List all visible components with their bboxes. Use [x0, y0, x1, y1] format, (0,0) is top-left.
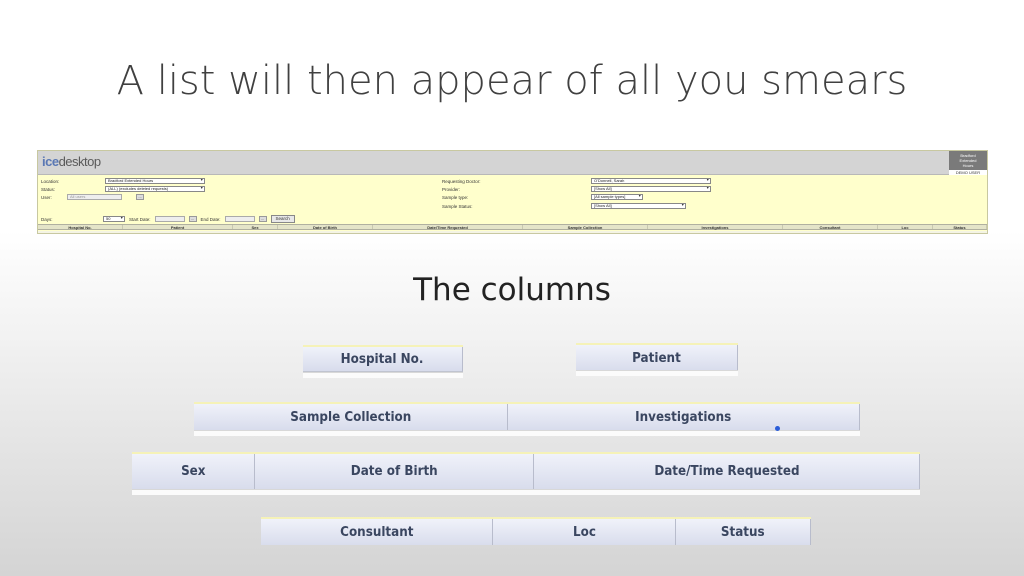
status-select[interactable]: (ALL) (excludes deleted requests)	[105, 186, 205, 192]
end-date-input[interactable]	[224, 216, 255, 222]
sample-status-select[interactable]: [Show All]	[591, 203, 686, 209]
provider-label: Provider:	[442, 186, 461, 192]
column-header-consultant[interactable]: Consultant	[261, 519, 493, 545]
requesting-doctor-select[interactable]: O'Donnell, Sarah	[591, 178, 711, 184]
column-header-investigations[interactable]: Investigations	[508, 404, 860, 431]
sample-status-row: Sample Status: [Show All]	[442, 203, 686, 209]
ice-desktop-screenshot: icedesktop Bradford Extended Hours DEMO …	[37, 150, 988, 234]
user-location-box[interactable]: Bradford Extended Hours DEMO USER	[949, 151, 987, 175]
location-label: Location:	[41, 178, 60, 184]
requesting-doctor-label: Requesting Doctor:	[442, 178, 481, 184]
ice-header: icedesktop Bradford Extended Hours DEMO …	[38, 151, 987, 175]
table-header-cell[interactable]: Date/Time Requested	[373, 225, 523, 230]
column-header-sex[interactable]: Sex	[132, 454, 255, 490]
consultant-loc-status-zoom: Consultant Loc Status	[261, 517, 811, 545]
table-header-cell[interactable]: Date of Birth	[278, 225, 373, 230]
start-date-label: Start Date:	[129, 216, 151, 222]
location-filter-row: Location: Bradford Extended Hours	[41, 178, 205, 184]
table-header-cell[interactable]: Patient	[123, 225, 233, 230]
sex-dob-requested-zoom: Sex Date of Birth Date/Time Requested	[132, 452, 920, 495]
table-header-cell[interactable]: Status	[933, 225, 987, 230]
user-id-field: DEMO USER	[949, 170, 987, 175]
days-filter-row: Days: 50 Start Date: ... End Date: ... S…	[41, 215, 295, 223]
results-table-header: Hospital No. Patient Sex Date of Birth D…	[38, 224, 987, 230]
slide-subtitle: The columns	[413, 272, 611, 308]
user-lookup-button[interactable]: ...	[136, 194, 144, 200]
column-header-loc[interactable]: Loc	[493, 519, 676, 545]
table-header-cell[interactable]: Investigations	[648, 225, 783, 230]
user-filter-row: User: All users ...	[41, 194, 144, 200]
table-header-cell[interactable]: Sample Collection	[523, 225, 648, 230]
start-date-input[interactable]	[154, 216, 185, 222]
sample-status-label: Sample Status:	[442, 203, 473, 209]
hospital-no-column-zoom: Hospital No.	[303, 345, 463, 378]
patient-column-zoom: Patient	[576, 343, 738, 376]
table-header-cell[interactable]: Loc	[878, 225, 933, 230]
start-date-picker-button[interactable]: ...	[188, 216, 197, 222]
days-select[interactable]: 50	[103, 216, 125, 222]
column-header-status[interactable]: Status	[676, 519, 811, 545]
slide-title: A list will then appear of all you smear…	[116, 58, 908, 104]
table-header-cell[interactable]: Sex	[233, 225, 278, 230]
sample-type-row: Sample type: [All sample types]	[442, 194, 643, 200]
user-input[interactable]: All users	[67, 194, 122, 200]
provider-select[interactable]: [Show All]	[591, 186, 711, 192]
user-box-line: Hours	[962, 163, 974, 168]
sample-type-label: Sample type:	[442, 194, 469, 200]
location-select[interactable]: Bradford Extended Hours	[105, 178, 205, 184]
column-header-date-of-birth[interactable]: Date of Birth	[255, 454, 534, 490]
table-header-cell[interactable]: Hospital No.	[38, 225, 123, 230]
sample-type-select[interactable]: [All sample types]	[591, 194, 643, 200]
end-date-label: End Date:	[200, 216, 221, 222]
status-label: Status:	[41, 186, 56, 192]
column-header-hospital-no[interactable]: Hospital No.	[303, 347, 463, 372]
status-filter-row: Status: (ALL) (excludes deleted requests…	[41, 186, 205, 192]
cursor-dot-icon	[775, 426, 780, 431]
table-row[interactable]	[38, 231, 987, 233]
days-label: Days:	[41, 216, 53, 222]
user-label: User:	[41, 194, 52, 200]
provider-row: Provider: [Show All]	[442, 186, 711, 192]
column-header-patient[interactable]: Patient	[576, 345, 738, 372]
end-date-picker-button[interactable]: ...	[258, 216, 267, 222]
table-header-cell[interactable]: Consultant	[783, 225, 878, 230]
requesting-doctor-row: Requesting Doctor: O'Donnell, Sarah	[442, 178, 711, 184]
column-header-date-time-requested[interactable]: Date/Time Requested	[534, 454, 920, 490]
sample-collection-investigations-zoom: Sample Collection Investigations	[194, 402, 860, 436]
ice-desktop-logo: icedesktop	[42, 154, 101, 169]
column-header-sample-collection[interactable]: Sample Collection	[194, 404, 508, 431]
search-button[interactable]: Search	[270, 215, 295, 223]
